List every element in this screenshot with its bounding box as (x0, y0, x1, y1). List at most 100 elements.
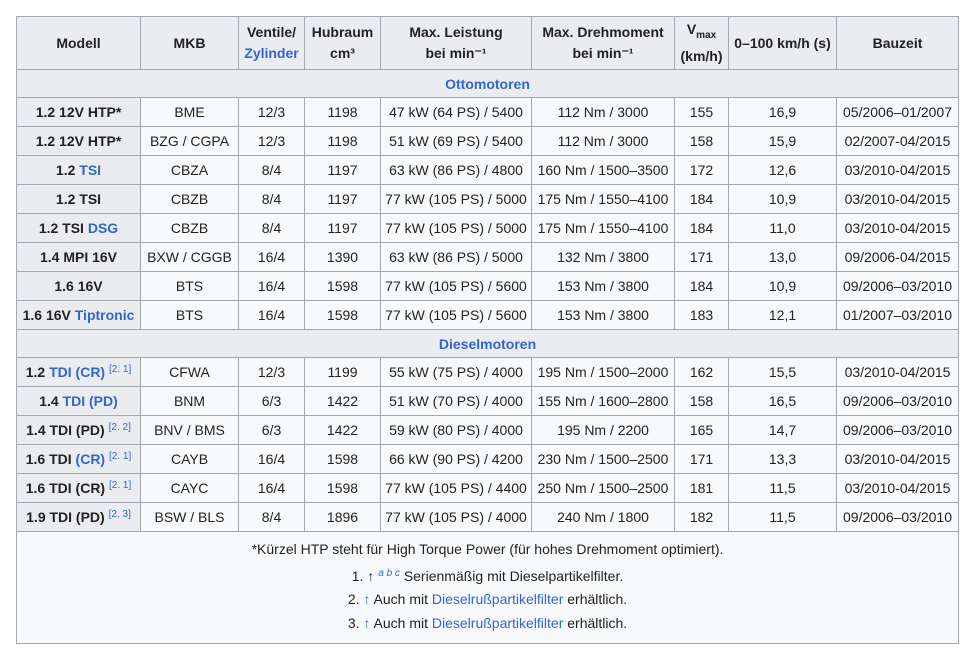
accel-cell: 14,7 (728, 415, 837, 445)
model-cell: 1.6 TDI (CR) [2. 1] (16, 473, 141, 503)
section-title[interactable]: Dieselmotoren (16, 329, 959, 358)
dieselrusspartikelfilter-link[interactable]: Dieselrußpartikelfilter (432, 615, 563, 631)
model-text: 1.9 TDI (PD) (26, 509, 105, 525)
vmax-cell: 171 (674, 444, 729, 474)
vmax-cell: 184 (674, 213, 729, 243)
ventile-label: Ventile/ (246, 24, 297, 40)
bauzeit-cell: 09/2006–03/2010 (836, 271, 959, 301)
reference-text: Serienmäßig mit Dieselpartikelfilter. (403, 567, 624, 584)
backlink-arrow-icon: ↑ (367, 567, 375, 584)
drehmoment-label: Max. Drehmoment (542, 24, 664, 40)
section-title[interactable]: Ottomotoren (16, 69, 959, 98)
mkb-cell: BTS (140, 300, 239, 330)
hubraum-cell: 1390 (304, 242, 381, 272)
reference-number: 1. (351, 567, 364, 584)
section-link-ottomotoren[interactable]: Ottomotoren (445, 76, 530, 92)
model-link[interactable]: TDI (PD) (63, 393, 118, 409)
model-cell: 1.4 TDI (PD) [2. 2] (16, 415, 141, 445)
leistung-cell: 51 kW (70 PS) / 4000 (380, 386, 532, 416)
ventile-cell: 6/3 (238, 415, 305, 445)
ventile-cell: 6/3 (238, 386, 305, 416)
reference-number: 3. (347, 614, 360, 631)
model-text: 1.4 MPI 16V (39, 249, 118, 265)
htp-note: *Kürzel HTP steht für High Torque Power … (251, 541, 724, 557)
vmax-cell: 182 (674, 502, 729, 532)
drehmoment-cell: 195 Nm / 1500–2000 (531, 357, 675, 387)
hubraum-cell: 1199 (304, 357, 381, 387)
vmax-cell: 184 (674, 271, 729, 301)
mkb-cell: BNV / BMS (140, 415, 239, 445)
accel-cell: 11,5 (728, 502, 837, 532)
model-text: 1.2 (55, 162, 80, 178)
mkb-cell: CBZB (140, 184, 239, 214)
vmax-cell: 162 (674, 357, 729, 387)
col-ventile: Ventile/Zylinder (238, 16, 305, 70)
backlinks[interactable]: a b c (378, 568, 400, 579)
backlink-arrow-icon[interactable]: ↑ (363, 615, 370, 631)
ventile-cell: 8/4 (238, 502, 305, 532)
model-cell: 1.2 12V HTP* (16, 97, 141, 127)
section-link-dieselmotoren[interactable]: Dieselmotoren (439, 336, 536, 352)
hubraum-cell: 1598 (304, 444, 381, 474)
model-text: 1.6 16V (54, 278, 103, 294)
leistung-cell: 55 kW (75 PS) / 4000 (380, 357, 532, 387)
model-link[interactable]: TSI (79, 162, 101, 178)
vmax-cell: 184 (674, 184, 729, 214)
model-cell: 1.9 TDI (PD) [2. 3] (16, 502, 141, 532)
accel-cell: 10,9 (728, 271, 837, 301)
model-text: 1.2 12V HTP* (35, 104, 122, 120)
mkb-cell: CAYC (140, 473, 239, 503)
hubraum-cell: 1422 (304, 386, 381, 416)
model-cell: 1.4 TDI (PD) (16, 386, 141, 416)
model-text: 1.4 (39, 393, 63, 409)
bauzeit-cell: 03/2010-04/2015 (836, 184, 959, 214)
reference-link[interactable]: [2. 2] (109, 422, 131, 433)
zylinder-link[interactable]: Zylinder (244, 45, 298, 61)
backlink-arrow-icon[interactable]: ↑ (363, 591, 370, 607)
vmax-cell: 171 (674, 242, 729, 272)
reference-link[interactable]: [2. 1] (109, 364, 131, 375)
model-text: 1.6 16V (22, 307, 75, 323)
section-header-row: Dieselmotoren (16, 329, 959, 358)
model-link[interactable]: TDI (CR) (49, 364, 105, 380)
model-link[interactable]: (CR) (76, 451, 106, 467)
reference-text-after: erhältlich. (563, 614, 628, 631)
reference-item: 3. ↑ Auch mit Dieselrußpartikelfilter er… (17, 612, 958, 636)
table-row: 1.4 TDI (PD) [2. 2] BNV / BMS 6/3 1422 59 kW… (16, 415, 959, 445)
mkb-cell: BNM (140, 386, 239, 416)
vmax-cell: 181 (674, 473, 729, 503)
hubraum-cell: 1197 (304, 213, 381, 243)
hubraum-cell: 1197 (304, 155, 381, 185)
bauzeit-cell: 02/2007-04/2015 (836, 126, 959, 156)
ventile-cell: 16/4 (238, 271, 305, 301)
drehmoment-cell: 230 Nm / 1500–2500 (531, 444, 675, 474)
table-row: 1.6 16V BTS 16/4 1598 77 kW (105 PS) / 5600 1… (16, 271, 959, 301)
drehmoment-cell: 153 Nm / 3800 (531, 271, 675, 301)
bauzeit-cell: 09/2006–03/2010 (836, 502, 959, 532)
ventile-cell: 16/4 (238, 444, 305, 474)
drehmoment-cell: 175 Nm / 1550–4100 (531, 213, 675, 243)
mkb-cell: CBZA (140, 155, 239, 185)
reference-link[interactable]: [2. 1] (109, 451, 131, 462)
bauzeit-cell: 09/2006–03/2010 (836, 415, 959, 445)
ventile-cell: 8/4 (238, 213, 305, 243)
hubraum-cell: 1198 (304, 126, 381, 156)
model-link[interactable]: Tiptronic (75, 307, 135, 323)
vmax-cell: 165 (674, 415, 729, 445)
reference-link[interactable]: [2. 3] (109, 509, 131, 520)
leistung-cell: 47 kW (64 PS) / 5400 (380, 97, 532, 127)
model-link[interactable]: DSG (88, 220, 118, 236)
accel-cell: 10,9 (728, 184, 837, 214)
accel-cell: 15,5 (728, 357, 837, 387)
model-cell: 1.2 12V HTP* (16, 126, 141, 156)
drehmoment-cell: 240 Nm / 1800 (531, 502, 675, 532)
model-cell: 1.2 TSI (16, 155, 141, 185)
bauzeit-cell: 05/2006–01/2007 (836, 97, 959, 127)
leistung-cell: 63 kW (86 PS) / 4800 (380, 155, 532, 185)
dieselrusspartikelfilter-link[interactable]: Dieselrußpartikelfilter (432, 591, 563, 607)
col-bauzeit: Bauzeit (836, 16, 959, 70)
ventile-cell: 8/4 (238, 155, 305, 185)
reference-link[interactable]: [2. 1] (109, 480, 131, 491)
col-leistung: Max. Leistung bei min⁻¹ (380, 16, 532, 70)
header-row: Modell MKB Ventile/Zylinder Hubraum cm³ M… (16, 16, 959, 70)
